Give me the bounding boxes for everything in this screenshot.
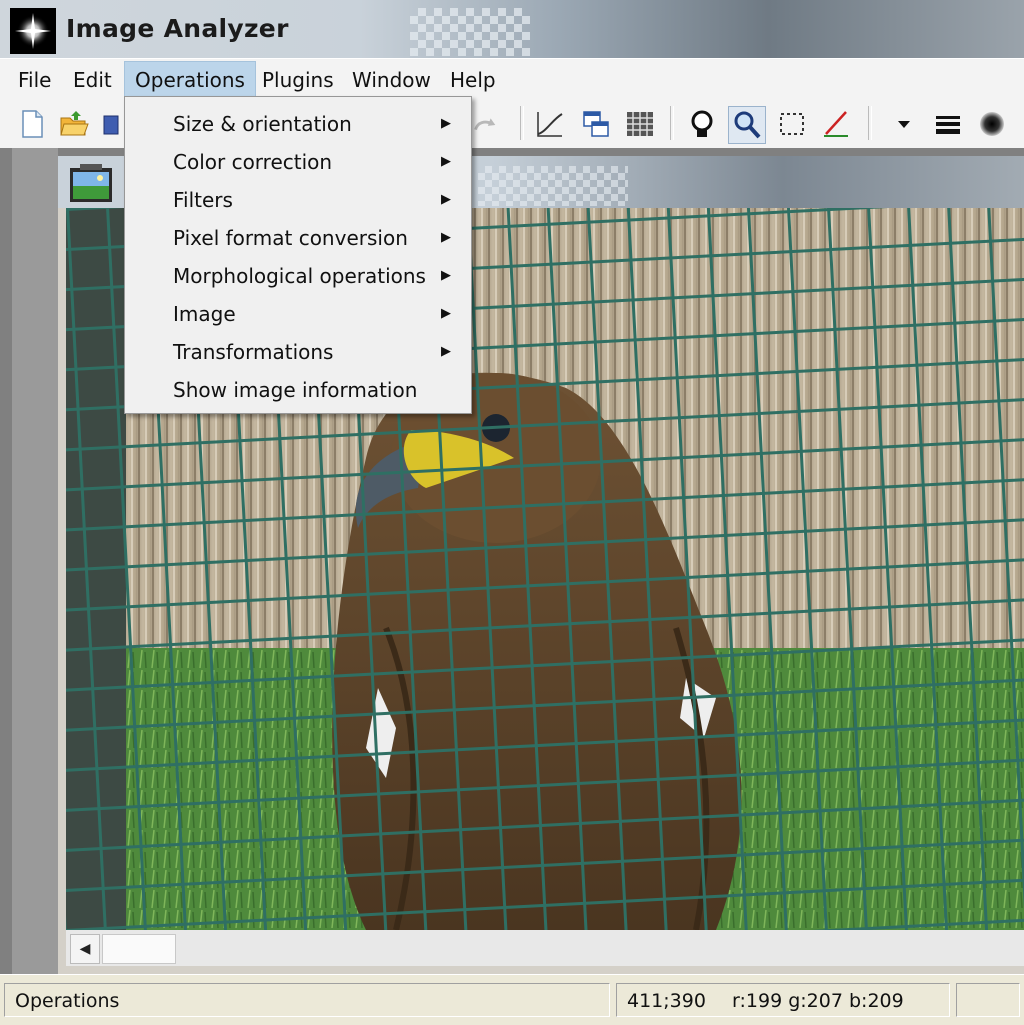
submenu-arrow-icon: ▶ <box>441 230 451 245</box>
menu-window[interactable]: Window <box>342 65 441 95</box>
dropdown-arrow-icon[interactable] <box>886 106 922 142</box>
submenu-arrow-icon: ▶ <box>441 116 451 131</box>
zoom-icon[interactable] <box>728 106 766 144</box>
horizontal-scrollbar[interactable]: ◀ <box>66 930 1024 966</box>
submenu-arrow-icon: ▶ <box>441 268 451 283</box>
mdi-left-strip <box>12 148 58 974</box>
title-bar[interactable]: Image Analyzer <box>0 0 1024 58</box>
menu-item-color-correction[interactable]: Color correction ▶ <box>125 143 471 181</box>
toolbar-separator <box>868 106 872 140</box>
status-color: r:199 g:207 b:209 <box>732 990 904 1012</box>
submenu-arrow-icon: ▶ <box>441 154 451 169</box>
menu-item-filters[interactable]: Filters ▶ <box>125 181 471 219</box>
scroll-left-button[interactable]: ◀ <box>70 934 100 964</box>
redo-icon[interactable] <box>470 106 500 142</box>
title-bar-pattern <box>478 166 628 206</box>
menu-item-label: Pixel format conversion <box>173 226 408 250</box>
title-bar-pattern <box>410 8 530 56</box>
menu-item-label: Morphological operations <box>173 264 426 288</box>
operations-menu: Size & orientation ▶ Color correction ▶ … <box>124 96 472 414</box>
menu-item-label: Color correction <box>173 150 333 174</box>
menu-item-morphological-operations[interactable]: Morphological operations ▶ <box>125 257 471 295</box>
starburst-icon[interactable] <box>10 8 56 54</box>
open-folder-icon[interactable] <box>56 106 92 142</box>
menu-item-label: Transformations <box>173 340 334 364</box>
scrollbar-thumb[interactable] <box>102 934 176 964</box>
menu-item-size-orientation[interactable]: Size & orientation ▶ <box>125 105 471 143</box>
line-width-icon[interactable] <box>930 106 966 142</box>
submenu-arrow-icon: ▶ <box>441 192 451 207</box>
status-bar: Operations 411;390 r:199 g:207 b:209 <box>0 974 1024 1025</box>
new-document-icon[interactable] <box>14 106 50 142</box>
status-extra <box>956 983 1020 1017</box>
lamp-icon[interactable] <box>684 106 720 142</box>
menu-item-show-image-information[interactable]: Show image information <box>125 371 471 409</box>
submenu-arrow-icon: ▶ <box>441 344 451 359</box>
menu-bar: File Edit Operations Plugins Window Help <box>0 58 1024 101</box>
menu-item-image[interactable]: Image ▶ <box>125 295 471 333</box>
submenu-arrow-icon: ▶ <box>441 306 451 321</box>
status-coords: 411;390 <box>627 990 706 1012</box>
menu-item-pixel-format-conversion[interactable]: Pixel format conversion ▶ <box>125 219 471 257</box>
line-tool-icon[interactable] <box>818 106 854 142</box>
menu-item-label: Size & orientation <box>173 112 352 136</box>
brush-icon[interactable] <box>974 106 1010 142</box>
copy-window-icon[interactable] <box>578 106 614 142</box>
status-message: Operations <box>4 983 610 1017</box>
menu-edit[interactable]: Edit <box>63 65 122 95</box>
toolbar-separator <box>520 106 524 140</box>
grid-icon[interactable] <box>622 106 658 142</box>
curve-icon[interactable] <box>532 106 568 142</box>
save-icon[interactable] <box>98 106 122 142</box>
menu-file[interactable]: File <box>8 65 61 95</box>
menu-item-label: Image <box>173 302 236 326</box>
toolbar-separator <box>670 106 674 140</box>
menu-operations[interactable]: Operations <box>124 61 256 99</box>
menu-item-label: Filters <box>173 188 233 212</box>
menu-item-label: Show image information <box>173 378 418 402</box>
landscape-image-icon[interactable] <box>68 164 114 204</box>
menu-item-transformations[interactable]: Transformations ▶ <box>125 333 471 371</box>
menu-plugins[interactable]: Plugins <box>252 65 344 95</box>
selection-icon[interactable] <box>774 106 810 142</box>
window-title: Image Analyzer <box>66 14 289 43</box>
menu-help[interactable]: Help <box>440 65 506 95</box>
status-pixel-info: 411;390 r:199 g:207 b:209 <box>616 983 950 1017</box>
